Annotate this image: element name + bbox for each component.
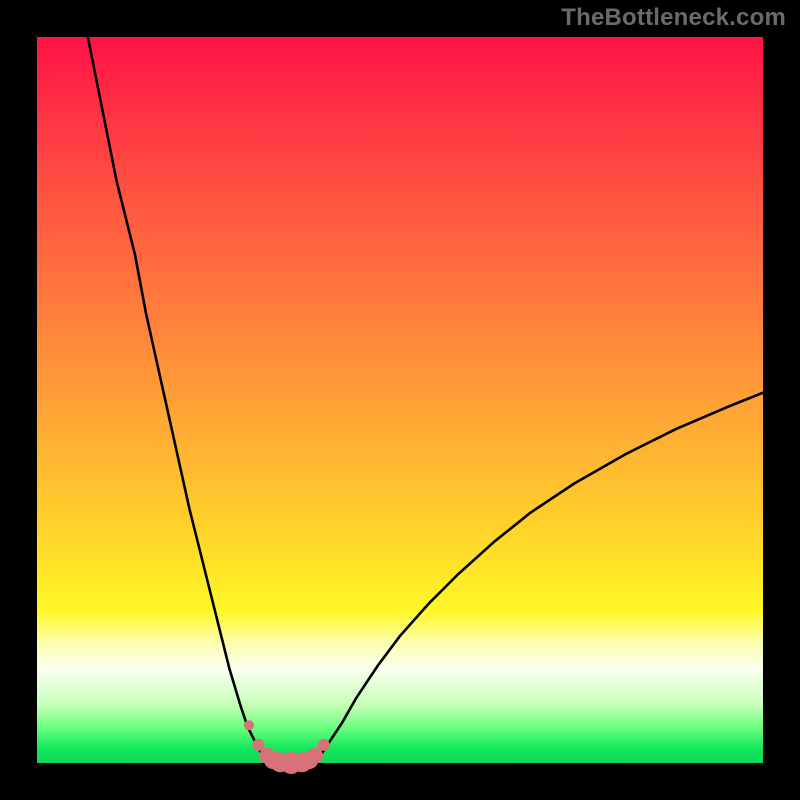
curve-group — [88, 37, 763, 763]
watermark-text: TheBottleneck.com — [561, 4, 786, 32]
plot-area — [37, 37, 763, 763]
trough-markers — [244, 720, 330, 774]
chart-svg — [37, 37, 763, 763]
chart-container: TheBottleneck.com — [0, 0, 800, 800]
